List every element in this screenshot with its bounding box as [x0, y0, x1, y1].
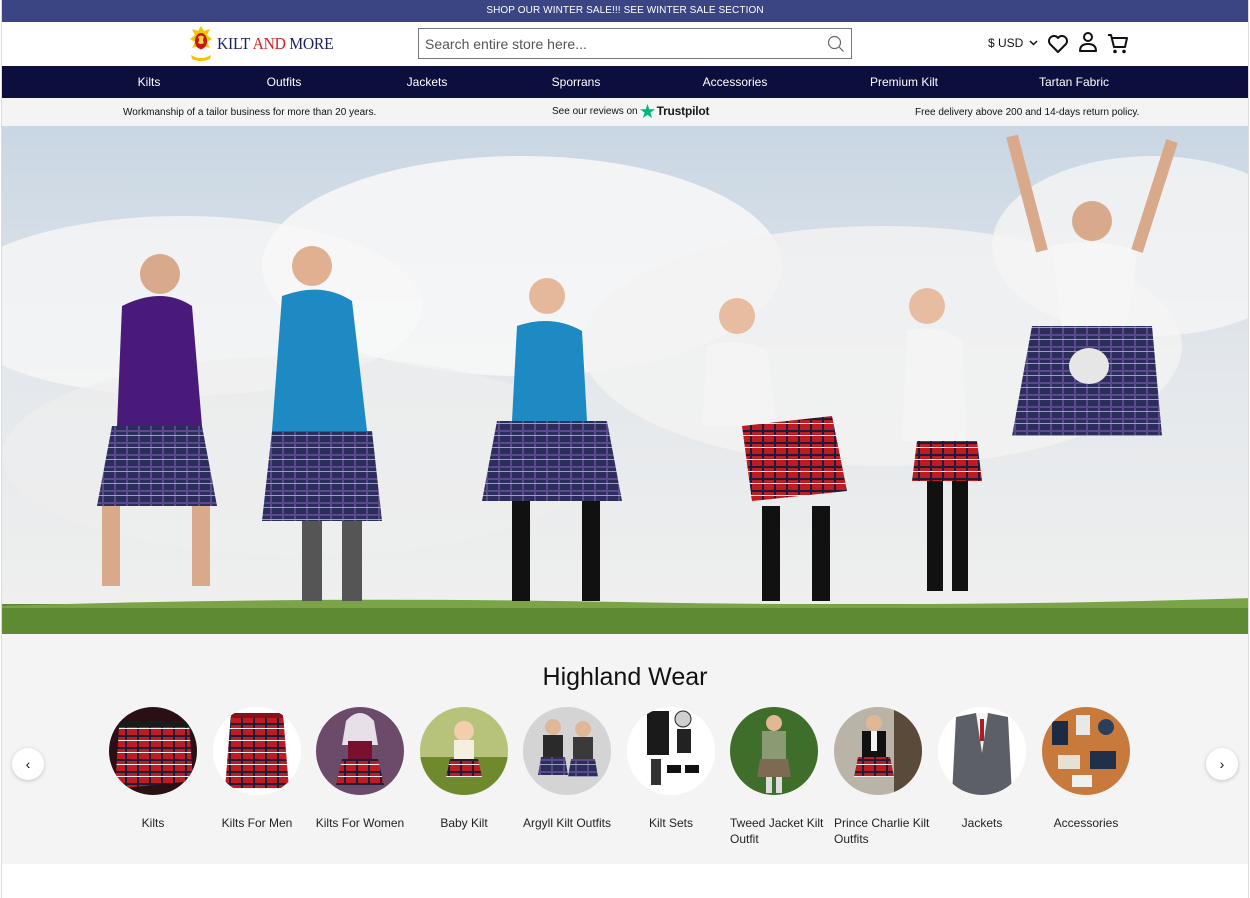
site-logo[interactable]: KILT AND MORE [188, 24, 343, 64]
section-title: Highland Wear [542, 663, 708, 691]
category-label: Kilts For Men [221, 816, 293, 830]
chevron-down-icon [1029, 40, 1038, 46]
heart-icon[interactable] [1047, 33, 1069, 55]
search-box [418, 28, 852, 59]
site-header: KILT AND MORE $ USD [2, 22, 1248, 66]
carousel-next-button[interactable]: › [1206, 748, 1238, 780]
chevron-right-icon: › [1219, 756, 1225, 772]
highland-wear-section: Highland Wear ‹ › Kilts Kilts For Men Ki… [2, 634, 1248, 864]
category-image [1042, 707, 1130, 795]
category-prince-charlie-kilt-outfits[interactable]: Prince Charlie Kilt Outfits [826, 707, 930, 847]
nav-item-kilts[interactable]: Kilts [138, 66, 161, 98]
category-label: Tweed Jacket Kilt Outfit [730, 816, 824, 846]
cart-icon[interactable] [1107, 33, 1129, 55]
nav-item-premium-kilt[interactable]: Premium Kilt [870, 66, 938, 98]
trustpilot-wordmark: Trustpilot [656, 104, 710, 118]
nav-item-tartan-fabric[interactable]: Tartan Fabric [1039, 66, 1109, 98]
crest-icon [188, 25, 214, 63]
hero-banner[interactable] [2, 126, 1248, 634]
hero-image [2, 126, 1248, 634]
category-image [316, 707, 404, 795]
nav-item-accessories[interactable]: Accessories [703, 66, 768, 98]
category-label: Jackets [961, 816, 1003, 830]
nav-item-jackets[interactable]: Jackets [407, 66, 448, 98]
category-image [938, 707, 1026, 795]
category-label: Baby Kilt [440, 816, 488, 830]
category-image [109, 707, 197, 795]
category-label: Accessories [1053, 816, 1119, 830]
category-kilts-for-men[interactable]: Kilts For Men [205, 707, 309, 831]
chevron-left-icon: ‹ [25, 756, 31, 772]
category-image [730, 707, 818, 795]
category-accessories[interactable]: Accessories [1034, 707, 1138, 831]
category-kilt-sets[interactable]: Kilt Sets [619, 707, 723, 831]
category-kilts-for-women[interactable]: Kilts For Women [308, 707, 412, 831]
star-icon [639, 104, 655, 118]
category-kilts[interactable]: Kilts [101, 707, 205, 831]
user-icon[interactable] [1077, 31, 1099, 53]
category-jackets[interactable]: Jackets [930, 707, 1034, 831]
usp-bar: Workmanship of a tailor business for mor… [2, 98, 1248, 126]
category-image [213, 707, 301, 795]
main-nav: Kilts Outfits Jackets Sporrans Accessori… [2, 66, 1248, 98]
category-label: Prince Charlie Kilt Outfits [834, 816, 930, 846]
promo-banner[interactable]: SHOP OUR WINTER SALE!!! SEE WINTER SALE … [2, 0, 1248, 22]
category-image [834, 707, 922, 795]
category-image [627, 707, 715, 795]
category-image [523, 707, 611, 795]
logo-wordmark: KILT AND MORE [217, 34, 334, 53]
usp-workmanship: Workmanship of a tailor business for mor… [123, 107, 377, 118]
promo-text[interactable]: SHOP OUR WINTER SALE!!! SEE WINTER SALE … [486, 5, 763, 16]
category-image [420, 707, 508, 795]
category-tweed-jacket-kilt-outfit[interactable]: Tweed Jacket Kilt Outfit [722, 707, 826, 847]
reviews-text: See our reviews on [552, 105, 638, 117]
search-icon[interactable] [827, 35, 845, 53]
page: SHOP OUR WINTER SALE!!! SEE WINTER SALE … [1, 0, 1249, 898]
category-label: Kilts [141, 816, 165, 830]
carousel-prev-button[interactable]: ‹ [12, 748, 44, 780]
currency-selector[interactable]: $ USD [988, 36, 1038, 50]
usp-delivery: Free delivery above 200 and 14-days retu… [915, 107, 1140, 118]
search-input[interactable] [419, 29, 819, 58]
category-baby-kilt[interactable]: Baby Kilt [412, 707, 516, 831]
trustpilot-link[interactable]: See our reviews on Trustpilot [552, 104, 709, 118]
currency-label: $ USD [988, 36, 1024, 50]
category-label: Kilt Sets [648, 816, 693, 830]
nav-item-outfits[interactable]: Outfits [267, 66, 302, 98]
category-argyll-kilt-outfits[interactable]: Argyll Kilt Outfits [515, 707, 619, 831]
nav-item-sporrans[interactable]: Sporrans [552, 66, 601, 98]
category-label: Kilts For Women [315, 816, 405, 830]
category-label: Argyll Kilt Outfits [522, 816, 612, 830]
